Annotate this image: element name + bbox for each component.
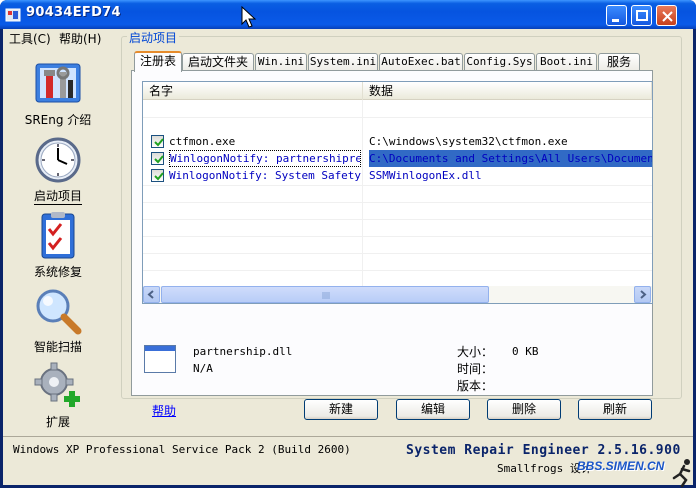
- detail-company: N/A: [193, 362, 213, 375]
- nav-item-startup[interactable]: 启动项目: [18, 136, 98, 205]
- minimize-button[interactable]: [606, 5, 627, 26]
- checklist-icon: [41, 212, 75, 259]
- grid-line: [143, 253, 652, 254]
- column-divider: [362, 100, 363, 286]
- toolbox-icon: [35, 63, 81, 103]
- checkmark-icon: [154, 155, 164, 164]
- tab-system-ini[interactable]: System.ini: [308, 53, 378, 71]
- nav-label-system-repair: 系统修复: [33, 265, 82, 279]
- app-icon: [5, 8, 21, 22]
- tab-config-sys[interactable]: Config.Sys: [464, 53, 535, 71]
- nav-item-sreng-intro[interactable]: SREng 介绍: [18, 60, 98, 128]
- row-name: ctfmon.exe: [169, 135, 236, 148]
- scroll-left-button[interactable]: [143, 286, 160, 303]
- tab-startup-folder[interactable]: 启动文件夹: [182, 53, 254, 71]
- magnifier-icon: [36, 289, 82, 335]
- watermark-text: BBS.SIMEN.CN: [577, 459, 665, 473]
- arrow-right-icon: [640, 290, 647, 299]
- detail-version-label: 版本：: [457, 379, 494, 393]
- row-data: C:\windows\system32\ctfmon.exe: [369, 135, 568, 148]
- nav-item-smart-scan[interactable]: 智能扫描: [18, 287, 98, 355]
- mouse-cursor-icon: [241, 6, 257, 28]
- checkmark-icon: [154, 172, 164, 181]
- row-name: WinlogonNotify: partnershipreg: [169, 150, 361, 167]
- row-name: WinlogonNotify: System Safety...: [169, 169, 361, 182]
- tab-strip: 注册表 启动文件夹 Win.ini System.ini AutoExec.ba…: [131, 51, 651, 72]
- scroll-right-button[interactable]: [634, 286, 651, 303]
- tab-registry[interactable]: 注册表: [134, 51, 182, 72]
- grid-line: [143, 270, 652, 271]
- detail-filename: partnership.dll: [193, 345, 293, 358]
- table-row[interactable]: ctfmon.exe C:\windows\system32\ctfmon.ex…: [143, 133, 652, 150]
- help-link[interactable]: 帮助: [152, 402, 176, 419]
- detail-size-value: 0 KB: [512, 345, 539, 358]
- gear-plus-icon: [34, 362, 80, 407]
- row-checkbox[interactable]: [151, 169, 164, 182]
- minimize-icon: [612, 19, 619, 22]
- refresh-button[interactable]: 刷新: [578, 399, 652, 420]
- tab-boot-ini[interactable]: Boot.ini: [536, 53, 597, 71]
- nav-label-smart-scan: 智能扫描: [33, 340, 82, 354]
- nav-label-extensions: 扩展: [45, 415, 70, 429]
- new-button[interactable]: 新建: [304, 399, 378, 420]
- grid-line: [143, 236, 652, 237]
- list-header: 名字 数据: [143, 82, 652, 100]
- table-row-selected[interactable]: WinlogonNotify: partnershipreg C:\Docume…: [143, 150, 652, 167]
- nav-label-startup: 启动项目: [33, 189, 82, 205]
- checkmark-icon: [154, 138, 164, 147]
- title-bar[interactable]: 90434EFD74: [0, 0, 696, 29]
- column-name[interactable]: 名字: [143, 82, 363, 100]
- menu-tools[interactable]: 工具(C): [9, 30, 51, 47]
- close-button[interactable]: [656, 5, 677, 26]
- nav-item-extensions[interactable]: 扩展: [18, 362, 98, 430]
- startup-list[interactable]: 名字 数据 ctfmon.exe C:\windows\system32\ctf…: [142, 81, 653, 304]
- tab-autoexec-bat[interactable]: AutoExec.bat: [379, 53, 463, 71]
- maximize-icon: [636, 10, 648, 21]
- clock-icon: [35, 137, 81, 183]
- row-checkbox[interactable]: [151, 135, 164, 148]
- arrow-left-icon: [147, 290, 154, 299]
- tab-services[interactable]: 服务: [598, 53, 640, 71]
- close-icon: [662, 11, 673, 22]
- row-checkbox[interactable]: [151, 152, 164, 165]
- scroll-thumb[interactable]: [161, 286, 489, 303]
- status-os-version: Windows XP Professional Service Pack 2 (…: [13, 443, 351, 456]
- grid-line: [143, 202, 652, 203]
- detail-size-label: 大小：: [457, 345, 494, 359]
- delete-button[interactable]: 删除: [487, 399, 561, 420]
- table-row[interactable]: WinlogonNotify: System Safety... SSMWinl…: [143, 167, 652, 184]
- row-data: SSMWinlogonEx.dll: [369, 169, 482, 182]
- nav-label-sreng-intro: SREng 介绍: [24, 113, 92, 127]
- detail-time-label: 时间：: [457, 362, 494, 376]
- column-data[interactable]: 数据: [363, 82, 652, 100]
- row-data: C:\Documents and Settings\All Users\Docu…: [369, 150, 652, 167]
- grid-line: [143, 219, 652, 220]
- file-icon: [144, 345, 176, 373]
- menu-help[interactable]: 帮助(H): [59, 30, 101, 47]
- group-title: 启动项目: [127, 29, 180, 46]
- tab-win-ini[interactable]: Win.ini: [255, 53, 307, 71]
- maximize-button[interactable]: [631, 5, 652, 26]
- grip-icon: [322, 292, 330, 299]
- grid-line: [143, 117, 652, 118]
- nav-item-system-repair[interactable]: 系统修复: [18, 212, 98, 280]
- horizontal-scrollbar[interactable]: [143, 286, 652, 303]
- edit-button[interactable]: 编辑: [396, 399, 470, 420]
- grid-line: [143, 185, 652, 186]
- window-title: 90434EFD74: [26, 5, 121, 20]
